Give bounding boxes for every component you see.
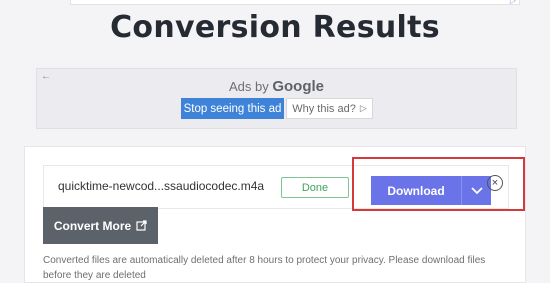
download-group: Download — [371, 176, 491, 205]
file-row: quicktime-newcod...ssaudiocodec.m4a Done… — [43, 165, 509, 209]
file-name: quicktime-newcod...ssaudiocodec.m4a — [58, 179, 265, 193]
external-link-icon — [136, 220, 147, 231]
why-this-ad-button[interactable]: Why this ad? ▷ — [286, 98, 373, 119]
status-badge: Done — [281, 177, 349, 198]
info-icon[interactable]: ▷ — [510, 0, 516, 5]
page: ▷ Conversion Results ← Ads by Google Sto… — [0, 0, 550, 283]
download-button[interactable]: Download — [371, 176, 461, 205]
results-card: quicktime-newcod...ssaudiocodec.m4a Done… — [24, 146, 526, 283]
play-icon: ▷ — [359, 103, 367, 113]
page-title: Conversion Results — [110, 10, 440, 45]
convert-more-label: Convert More — [53, 218, 132, 233]
privacy-notice: Converted files are automatically delete… — [43, 255, 486, 281]
chevron-down-icon — [470, 186, 483, 194]
ad-actions: Stop seeing this ad Why this ad? ▷ — [181, 98, 373, 119]
ads-by-label: Ads by — [228, 79, 269, 94]
google-logo-text: Google — [272, 78, 325, 95]
why-this-ad-label: Why this ad? — [292, 102, 356, 115]
ads-by-google: Ads by Google — [37, 78, 516, 95]
close-circle-icon[interactable]: × — [487, 175, 503, 191]
stop-seeing-ad-button[interactable]: Stop seeing this ad — [181, 98, 284, 119]
convert-more-button[interactable]: Convert More — [43, 207, 158, 244]
ad-banner: ← Ads by Google Stop seeing this ad Why … — [36, 68, 517, 129]
top-banner-edge: ▷ — [70, 0, 520, 5]
